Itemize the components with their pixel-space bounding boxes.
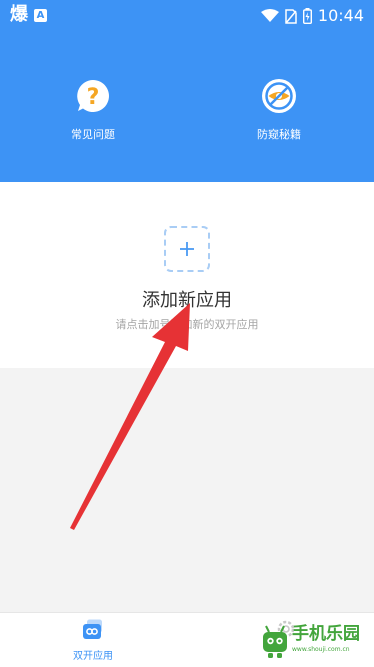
watermark-title: 手机乐园 (292, 624, 360, 644)
red-arrow-annotation (70, 303, 190, 530)
dual-app-icon (83, 619, 102, 639)
tab-dual-apps-label: 双开应用 (73, 651, 113, 662)
watermark-url: www.shouji.com.cn (292, 646, 350, 653)
robot-logo-icon (263, 625, 287, 658)
watermark-logo: 手机乐园 www.shouji.com.cn (260, 620, 368, 664)
tab-dual-apps[interactable]: 双开应用 (53, 619, 133, 662)
